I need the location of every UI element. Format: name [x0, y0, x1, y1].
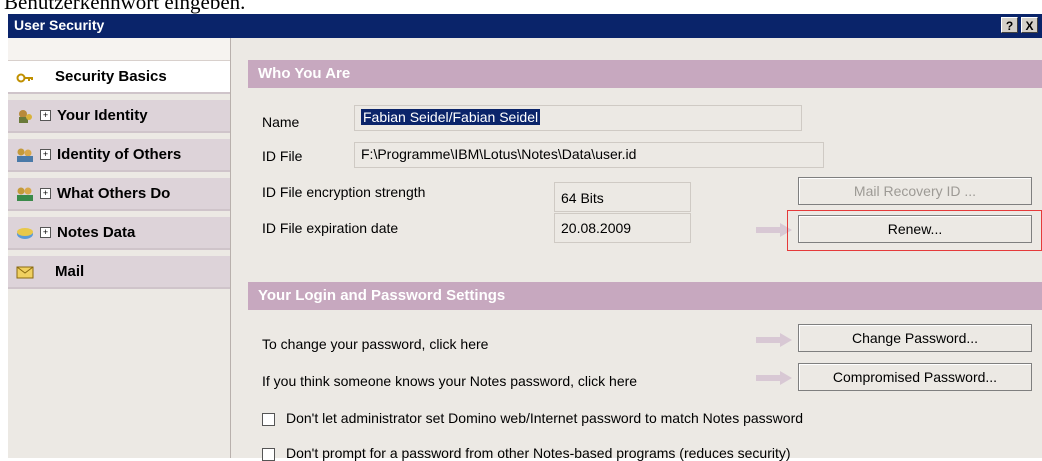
change-password-button[interactable]: Change Password...	[798, 324, 1032, 352]
name-value: Fabian Seidel/Fabian Seidel	[361, 109, 541, 125]
section-header-login-password: Your Login and Password Settings	[248, 282, 1042, 310]
dont-prompt-checkbox[interactable]	[262, 448, 275, 461]
expand-icon[interactable]: +	[40, 110, 51, 121]
sidebar-item-security-basics[interactable]: Security Basics	[8, 61, 230, 94]
encryption-field: 64 Bits	[554, 182, 691, 212]
sidebar-item-what-others-do[interactable]: + What Others Do	[8, 178, 230, 211]
name-field: Fabian Seidel/Fabian Seidel	[354, 105, 802, 131]
mail-recovery-id-button[interactable]: Mail Recovery ID ...	[798, 177, 1032, 205]
sidebar-item-identity-of-others[interactable]: + Identity of Others	[8, 139, 230, 172]
arrow-right-icon	[756, 333, 792, 347]
mail-icon	[16, 264, 34, 280]
change-password-label: To change your password, click here	[262, 336, 489, 352]
sidebar-item-label: Identity of Others	[57, 146, 182, 163]
compromised-label: If you think someone knows your Notes pa…	[262, 373, 638, 389]
window-titlebar: User Security ? X	[8, 14, 1042, 38]
sidebar-top-spacer	[8, 38, 230, 61]
close-button[interactable]: X	[1021, 17, 1038, 33]
change-password-btn-label: Change Password...	[851, 330, 979, 346]
sidebar-item-label: Security Basics	[55, 68, 167, 85]
sidebar-item-mail[interactable]: Mail	[8, 256, 230, 289]
idfile-field: F:\Programme\IBM\Lotus\Notes\Data\user.i…	[354, 142, 824, 168]
expand-icon[interactable]: +	[40, 188, 51, 199]
encryption-label: ID File encryption strength	[262, 184, 426, 200]
sidebar: Security Basics + Your Identity + Identi…	[8, 38, 231, 458]
expand-icon[interactable]: +	[40, 149, 51, 160]
people-icon	[16, 147, 34, 163]
notes-data-icon	[16, 225, 34, 241]
document-text-above: Benutzerkennwort eingeben.	[4, 0, 246, 14]
others-do-icon	[16, 186, 34, 202]
key-icon	[16, 69, 34, 85]
dont-let-admin-checkbox[interactable]	[262, 413, 275, 426]
mail-recovery-id-label: Mail Recovery ID ...	[853, 183, 977, 199]
compromised-password-button[interactable]: Compromised Password...	[798, 363, 1032, 391]
compromised-password-btn-label: Compromised Password...	[832, 369, 998, 385]
arrow-right-icon	[756, 371, 792, 385]
renew-highlight-box	[787, 210, 1042, 251]
main-panel: Who You Are Name Fabian Seidel/Fabian Se…	[232, 38, 1042, 461]
dont-prompt-label: Don't prompt for a password from other N…	[286, 445, 791, 461]
expiration-field: 20.08.2009	[554, 213, 691, 243]
name-label: Name	[262, 114, 300, 130]
idfile-label: ID File	[262, 148, 303, 164]
sidebar-item-notes-data[interactable]: + Notes Data	[8, 217, 230, 250]
sidebar-item-label: What Others Do	[57, 185, 171, 202]
expand-icon[interactable]: +	[40, 227, 51, 238]
dont-let-admin-label: Don't let administrator set Domino web/I…	[286, 410, 804, 426]
sidebar-item-your-identity[interactable]: + Your Identity	[8, 100, 230, 133]
section-header-who-you-are: Who You Are	[248, 60, 1042, 88]
identity-icon	[16, 108, 34, 124]
help-button[interactable]: ?	[1001, 17, 1018, 33]
expiration-label: ID File expiration date	[262, 220, 399, 236]
window-title: User Security	[14, 17, 105, 33]
sidebar-item-label: Notes Data	[57, 224, 136, 241]
sidebar-item-label: Your Identity	[57, 107, 148, 124]
sidebar-item-label: Mail	[55, 263, 85, 280]
